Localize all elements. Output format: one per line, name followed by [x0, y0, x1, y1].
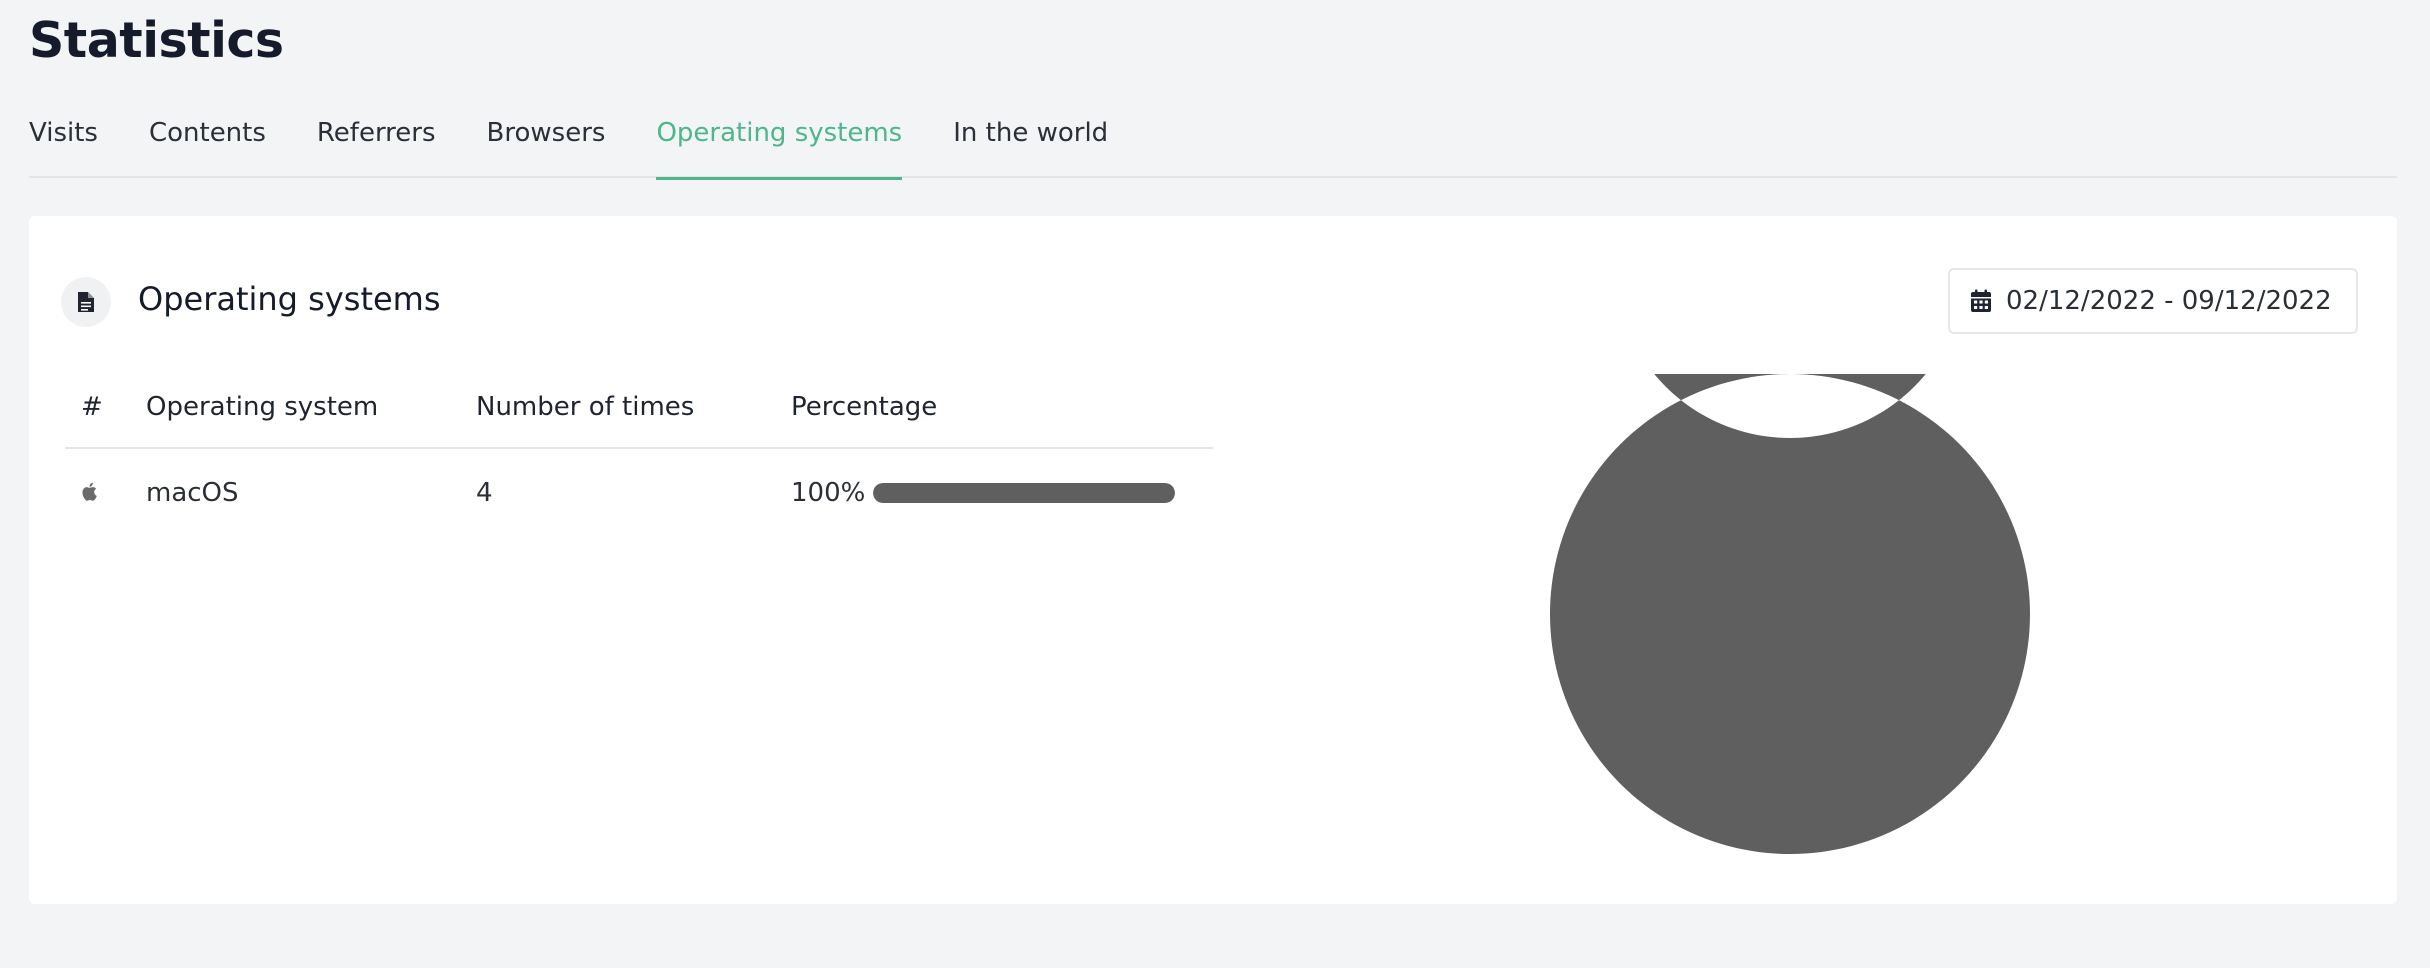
document-icon — [61, 277, 111, 327]
calendar-icon — [1970, 289, 1992, 313]
tab-operating-systems[interactable]: Operating systems — [656, 118, 902, 180]
tab-visits[interactable]: Visits — [29, 118, 98, 178]
os-percentage: 100% — [791, 478, 866, 508]
statistics-card: Operating systems 02/12/2022 - 09/12/202… — [29, 86, 2397, 904]
apple-icon — [81, 478, 97, 508]
column-header-index: # — [65, 366, 146, 449]
os-name: macOS — [146, 478, 239, 508]
donut-slice-macos[interactable] — [1549, 86, 2030, 855]
column-header-percentage: Percentage — [791, 366, 1213, 449]
date-range-picker[interactable]: 02/12/2022 - 09/12/2022 — [1948, 268, 2358, 334]
os-count: 4 — [476, 478, 493, 508]
date-range-value: 02/12/2022 - 09/12/2022 — [2006, 286, 2332, 316]
page-title: Statistics — [29, 12, 284, 69]
tab-bar: Visits Contents Referrers Browsers Opera… — [29, 118, 2397, 180]
donut-chart — [1549, 86, 2030, 855]
tab-contents[interactable]: Contents — [149, 118, 266, 178]
table-header-row: # Operating system Number of times Perce… — [65, 366, 1213, 449]
os-table: # Operating system Number of times Perce… — [65, 366, 1213, 537]
card-title: Operating systems — [138, 280, 441, 318]
column-header-os: Operating system — [146, 366, 476, 449]
os-icon-cell — [65, 448, 146, 537]
percentage-bar-fill — [873, 483, 1175, 503]
os-percentage-cell: 100% — [791, 448, 1213, 537]
column-header-count: Number of times — [476, 366, 791, 449]
tab-browsers[interactable]: Browsers — [487, 118, 606, 178]
donut-chart-svg — [1549, 86, 2030, 855]
table-row: macOS 4 100% — [65, 448, 1213, 537]
tab-referrers[interactable]: Referrers — [317, 118, 436, 178]
tab-in-the-world[interactable]: In the world — [953, 118, 1108, 178]
percentage-bar — [873, 483, 1175, 503]
